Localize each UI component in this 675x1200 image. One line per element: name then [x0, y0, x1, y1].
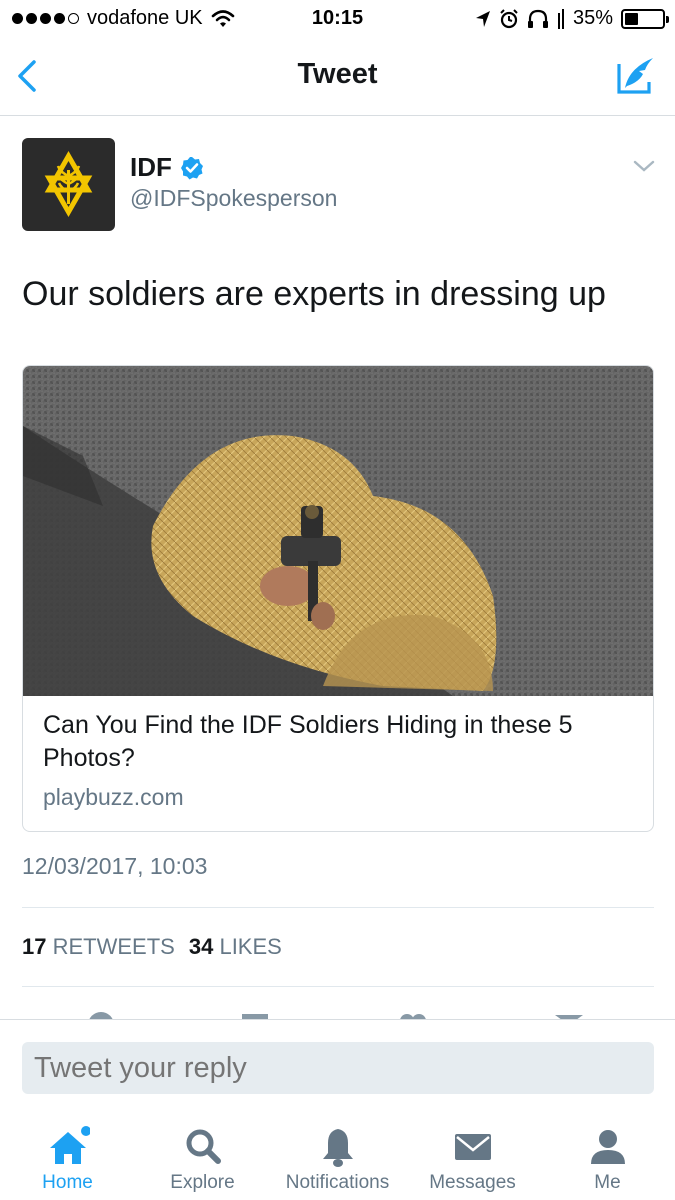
bell-icon: [322, 1129, 353, 1167]
retweets-stat[interactable]: 17 RETWEETS: [22, 934, 175, 960]
headphones-icon: [527, 9, 548, 28]
retweets-label: RETWEETS: [52, 934, 175, 959]
page-title: Tweet: [297, 58, 378, 90]
avatar[interactable]: [22, 138, 115, 231]
compose-icon[interactable]: [615, 54, 657, 96]
nav-bar: Tweet: [0, 38, 675, 116]
author-handle[interactable]: @IDFSpokesperson: [130, 185, 337, 212]
reply-input[interactable]: [22, 1042, 654, 1094]
envelope-icon: [454, 1134, 491, 1160]
tweet-text: Our soldiers are experts in dressing up: [22, 275, 606, 313]
likes-count: 34: [188, 934, 214, 959]
location-arrow-icon: [475, 10, 490, 27]
tab-messages[interactable]: Messages: [405, 1110, 540, 1200]
tab-label: Notifications: [285, 1172, 390, 1193]
tab-explore[interactable]: Explore: [135, 1110, 270, 1200]
author-name: IDF: [130, 152, 172, 182]
search-icon: [186, 1129, 221, 1164]
reply-bar: [0, 1019, 675, 1109]
likes-label: LIKES: [219, 934, 282, 959]
bluetooth-signal-icon: [557, 8, 564, 29]
card-title: Can You Find the IDF Soldiers Hiding in …: [43, 711, 573, 772]
chevron-down-icon[interactable]: [633, 158, 655, 174]
star-of-david-logo-icon: [44, 150, 93, 218]
tab-me[interactable]: Me: [540, 1110, 675, 1200]
tab-notifications[interactable]: Notifications: [270, 1110, 405, 1200]
tweet-stats: 17 RETWEETS 34 LIKES: [22, 934, 282, 960]
tab-label: Home: [42, 1172, 93, 1193]
tab-label: Explore: [170, 1172, 235, 1193]
divider: [22, 907, 654, 908]
card-image[interactable]: [23, 366, 654, 696]
person-icon: [590, 1130, 625, 1164]
divider: [22, 986, 654, 987]
tab-bar: Home Explore Notifications Messages Me: [0, 1110, 675, 1200]
tab-home[interactable]: Home: [0, 1110, 135, 1200]
link-card[interactable]: Can You Find the IDF Soldiers Hiding in …: [22, 365, 654, 832]
battery-fill: [625, 12, 638, 25]
alarm-clock-icon: [500, 8, 518, 28]
likes-stat[interactable]: 34 LIKES: [189, 934, 282, 960]
status-bar: vodafone UK 10:15 35%: [0, 0, 675, 38]
author-name-row[interactable]: IDF: [130, 152, 204, 183]
status-right: 35%: [475, 7, 669, 30]
battery-percent: 35%: [572, 7, 613, 29]
tab-label: Me: [594, 1172, 621, 1193]
tab-label: Messages: [429, 1172, 516, 1193]
card-domain: playbuzz.com: [43, 784, 184, 810]
retweets-count: 17: [22, 934, 47, 959]
battery-icon: [621, 8, 669, 29]
home-icon: [49, 1126, 90, 1164]
tweet-timestamp: 12/03/2017, 10:03: [22, 853, 208, 879]
verified-badge-icon: [180, 156, 203, 179]
